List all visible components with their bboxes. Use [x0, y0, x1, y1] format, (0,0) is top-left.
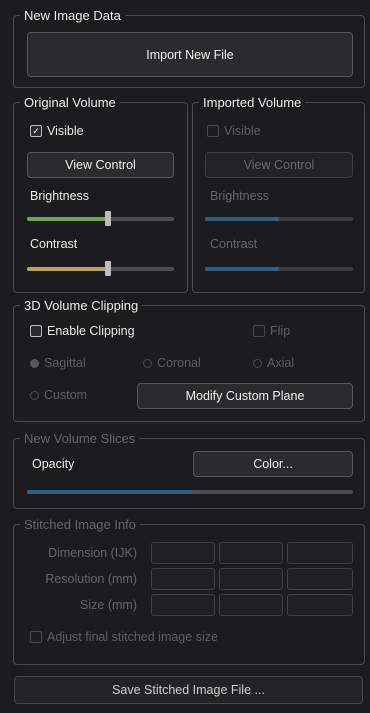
- import-new-file-button[interactable]: Import New File: [27, 32, 353, 77]
- checkmark-icon: ✓: [30, 125, 42, 137]
- original-visible-checkbox[interactable]: ✓ Visible: [30, 124, 84, 138]
- brightness-thumb[interactable]: [104, 211, 111, 226]
- imported-contrast-slider[interactable]: [205, 267, 353, 271]
- new-image-data-legend: New Image Data: [24, 8, 121, 23]
- imported-volume-legend: Imported Volume: [203, 95, 302, 110]
- resolution-k-field[interactable]: [287, 568, 353, 590]
- volume-slices-legend: New Volume Slices: [24, 431, 136, 446]
- original-contrast-label: Contrast: [30, 237, 78, 251]
- original-brightness-slider[interactable]: [27, 211, 174, 226]
- size-k-field[interactable]: [287, 594, 353, 616]
- dimension-j-field[interactable]: [219, 542, 283, 564]
- size-label: Size (mm): [80, 598, 137, 612]
- stitching-panel: New Image Data Import New File Original …: [0, 0, 370, 713]
- sagittal-radio[interactable]: Sagittal: [30, 356, 86, 370]
- original-volume-legend: Original Volume: [24, 95, 116, 110]
- stitched-info-legend: Stitched Image Info: [24, 517, 137, 532]
- imported-visible-checkbox[interactable]: Visible: [207, 124, 261, 138]
- opacity-slider[interactable]: [27, 490, 353, 494]
- size-j-field[interactable]: [219, 594, 283, 616]
- original-visible-label: Visible: [47, 124, 84, 138]
- enable-clipping-checkbox[interactable]: Enable Clipping: [30, 324, 135, 338]
- brightness-fill: [27, 217, 108, 221]
- flip-label: Flip: [270, 324, 291, 338]
- custom-label: Custom: [44, 388, 88, 402]
- original-contrast-slider[interactable]: [27, 261, 174, 276]
- custom-radio[interactable]: Custom: [30, 388, 87, 402]
- clipping-legend: 3D Volume Clipping: [24, 298, 139, 313]
- sagittal-label: Sagittal: [44, 356, 86, 370]
- original-view-control-button[interactable]: View Control: [27, 152, 174, 178]
- dimension-i-field[interactable]: [151, 542, 215, 564]
- resolution-label: Resolution (mm): [45, 572, 137, 586]
- resolution-j-field[interactable]: [219, 568, 283, 590]
- imported-contrast-label: Contrast: [210, 237, 258, 251]
- color-button[interactable]: Color...: [193, 451, 353, 477]
- original-brightness-label: Brightness: [30, 189, 90, 203]
- resolution-i-field[interactable]: [151, 568, 215, 590]
- imported-view-control-button[interactable]: View Control: [205, 152, 353, 178]
- contrast-thumb[interactable]: [104, 261, 111, 276]
- dimension-label: Dimension (IJK): [48, 546, 137, 560]
- axial-label: Axial: [267, 356, 295, 370]
- adjust-size-label: Adjust final stitched image size: [47, 630, 218, 644]
- size-i-field[interactable]: [151, 594, 215, 616]
- imported-brightness-slider[interactable]: [205, 217, 353, 221]
- adjust-size-checkbox[interactable]: Adjust final stitched image size: [30, 630, 218, 644]
- save-stitched-image-button[interactable]: Save Stitched Image File ...: [14, 676, 363, 704]
- opacity-label: Opacity: [32, 457, 75, 471]
- imported-brightness-label: Brightness: [210, 189, 270, 203]
- flip-checkbox[interactable]: Flip: [253, 324, 290, 338]
- coronal-radio[interactable]: Coronal: [143, 356, 201, 370]
- modify-custom-plane-button[interactable]: Modify Custom Plane: [137, 383, 353, 409]
- axial-radio[interactable]: Axial: [253, 356, 294, 370]
- enable-clipping-label: Enable Clipping: [47, 324, 135, 338]
- imported-visible-label: Visible: [224, 124, 261, 138]
- contrast-fill: [27, 267, 108, 271]
- coronal-label: Coronal: [157, 356, 201, 370]
- dimension-k-field[interactable]: [287, 542, 353, 564]
